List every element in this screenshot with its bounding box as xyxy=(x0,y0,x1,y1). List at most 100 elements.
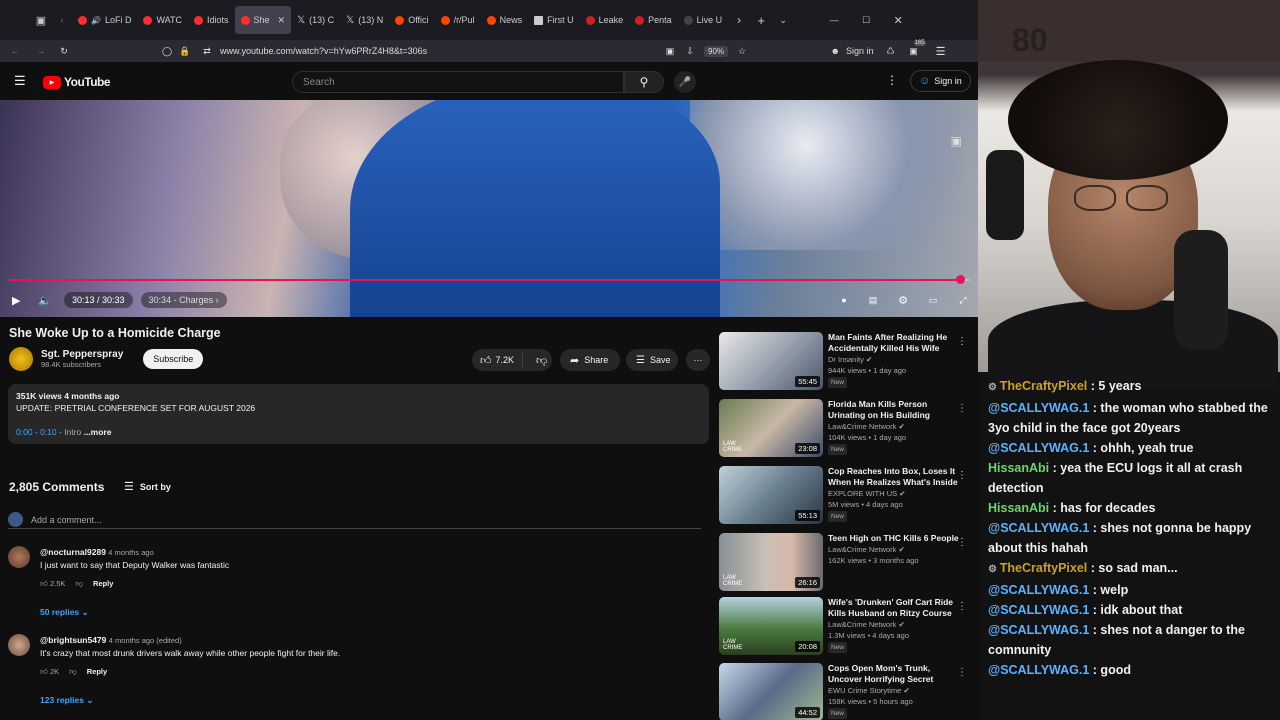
new-tab-icon[interactable]: + xyxy=(750,13,772,28)
chat-username[interactable]: @SCALLYWAG.1 xyxy=(988,401,1089,415)
back-icon[interactable]: ← xyxy=(0,46,30,56)
account-icon[interactable]: ☻ xyxy=(818,46,840,56)
comment-dislike-icon[interactable]: 👎︎ xyxy=(69,665,77,678)
chapter-button[interactable]: 30:34 - Charges › xyxy=(140,292,227,308)
chat-username[interactable]: @SCALLYWAG.1 xyxy=(988,583,1089,597)
video-thumbnail[interactable]: LAW CRIME 20:08 xyxy=(719,597,823,655)
youtube-logo[interactable]: ▶ YouTube xyxy=(43,75,111,89)
tracking-shield-icon[interactable]: ◯ xyxy=(158,46,176,57)
video-thumbnail[interactable]: 55:45 xyxy=(719,332,823,390)
recommendation-menu-icon[interactable]: ⋮ xyxy=(957,537,967,548)
tab-lofi[interactable]: 🔊 LoFi D xyxy=(72,0,137,40)
show-more-link[interactable]: ...more xyxy=(84,427,112,437)
chat-username[interactable]: @SCALLYWAG.1 xyxy=(988,623,1089,637)
hamburger-menu-icon[interactable]: ☰ xyxy=(14,73,26,89)
recommendation-channel[interactable]: Law&Crime Network ✔ xyxy=(828,544,960,555)
more-actions-button[interactable]: ⋯ xyxy=(686,349,710,371)
tab-news[interactable]: News xyxy=(481,0,529,40)
comment-author[interactable]: @brightsun5479 xyxy=(40,635,106,645)
minimize-icon[interactable]: — xyxy=(818,15,850,25)
settings-kebab-icon[interactable]: ⋮ xyxy=(886,73,898,87)
chat-username[interactable]: @SCALLYWAG.1 xyxy=(988,603,1089,617)
view-replies-button[interactable]: 123 replies ⌄ xyxy=(40,694,340,707)
forward-icon[interactable]: → xyxy=(30,46,52,56)
recommendation-menu-icon[interactable]: ⋮ xyxy=(957,667,967,678)
recommendation-channel[interactable]: Dr Insanity ✔ xyxy=(828,354,960,365)
comment-dislike-icon[interactable]: 👎︎ xyxy=(75,577,83,590)
tab-scroll-right-icon[interactable]: › xyxy=(728,13,750,27)
tab-first[interactable]: First U xyxy=(528,0,580,40)
tab-idiots[interactable]: Idiots xyxy=(188,0,235,40)
fullscreen-icon[interactable]: ⤢ xyxy=(948,295,978,306)
recommendation-title[interactable]: Cop Reaches Into Box, Loses It When He R… xyxy=(828,466,960,488)
recommendation-menu-icon[interactable]: ⋮ xyxy=(957,470,967,481)
tab-x-2[interactable]: 𝕏 (13) N xyxy=(340,0,389,40)
video-thumbnail[interactable]: 44:52 xyxy=(719,663,823,720)
recommendation-item[interactable]: LAW CRIME 23:08 Florida Man Kills Person U… xyxy=(719,399,977,459)
bookmark-star-icon[interactable]: ☆ xyxy=(732,46,752,57)
description-box[interactable]: 351K views 4 months ago UPDATE: PRETRIAL… xyxy=(8,384,709,444)
channel-name[interactable]: Sgt. Pepperspray xyxy=(41,349,123,360)
recommendation-channel[interactable]: Law&Crime Network ✔ xyxy=(828,421,960,432)
progress-bar[interactable] xyxy=(8,279,960,281)
voice-search-button[interactable]: 🎤 xyxy=(674,71,696,93)
reply-button[interactable]: Reply xyxy=(87,665,107,678)
autoplay-toggle-icon[interactable]: ● xyxy=(830,295,858,305)
recommendation-title[interactable]: Cops Open Mom's Trunk, Uncover Horrifyin… xyxy=(828,663,960,685)
theater-mode-icon[interactable]: ▭ xyxy=(918,295,948,306)
recommendation-title[interactable]: Florida Man Kills Person Urinating on Hi… xyxy=(828,399,960,421)
recommendation-item[interactable]: 44:52 Cops Open Mom's Trunk, Uncover Hor… xyxy=(719,663,977,720)
play-icon[interactable]: ▶ xyxy=(12,294,30,307)
picture-in-picture-icon[interactable]: ▣ xyxy=(660,46,680,57)
channel-avatar[interactable] xyxy=(9,347,33,371)
url-field[interactable]: www.youtube.com/watch?v=hYw6PRrZ4H8&t=30… xyxy=(220,46,660,56)
app-menu-icon[interactable]: ☰ xyxy=(926,45,956,58)
maximize-icon[interactable]: ☐ xyxy=(850,15,882,26)
video-thumbnail[interactable]: LAW CRIME 26:16 xyxy=(719,533,823,591)
chat-username[interactable]: TheCraftyPixel xyxy=(1000,379,1088,393)
reply-button[interactable]: Reply xyxy=(93,577,113,590)
extensions-icon[interactable]: ♺ xyxy=(880,46,902,57)
recommendation-menu-icon[interactable]: ⋮ xyxy=(957,336,967,347)
search-input[interactable]: Search xyxy=(292,71,624,93)
tab-watc[interactable]: WATC xyxy=(137,0,188,40)
tab-leake[interactable]: Leake xyxy=(580,0,630,40)
recommendation-title[interactable]: Man Faints After Realizing He Accidental… xyxy=(828,332,960,354)
list-all-tabs-icon[interactable]: ⌄ xyxy=(772,15,794,26)
recommendation-item[interactable]: 55:45 Man Faints After Realizing He Acci… xyxy=(719,332,977,392)
comment-like-button[interactable]: 👍︎ 2K xyxy=(40,665,59,678)
miniplayer-icon[interactable]: ▣ xyxy=(951,134,962,148)
chat-username[interactable]: TheCraftyPixel xyxy=(1000,561,1088,575)
recommendation-item[interactable]: LAW CRIME 26:16 Teen High on THC Kills 6 P… xyxy=(719,533,977,593)
sort-by-button[interactable]: ☰ Sort by xyxy=(124,480,171,493)
recommendation-menu-icon[interactable]: ⋮ xyxy=(957,601,967,612)
tab-rpul[interactable]: /r/Pul xyxy=(435,0,481,40)
commenter-avatar[interactable] xyxy=(8,634,30,656)
close-tab-icon[interactable]: ✕ xyxy=(278,15,286,26)
view-replies-button[interactable]: 50 replies ⌄ xyxy=(40,606,229,619)
reload-icon[interactable]: ↻ xyxy=(52,46,76,57)
browser-sign-in[interactable]: Sign in xyxy=(840,46,880,56)
recommendation-channel[interactable]: EWU Crime Storytime ✔ xyxy=(828,685,960,696)
tab-scroll-left-icon[interactable]: ‹ xyxy=(52,15,72,25)
recommendation-channel[interactable]: EXPLORE WITH US ✔ xyxy=(828,488,960,499)
recommendation-title[interactable]: Wife's 'Drunken' Golf Cart Ride Kills Hu… xyxy=(828,597,960,619)
video-thumbnail[interactable]: LAW CRIME 23:08 xyxy=(719,399,823,457)
settings-gear-icon[interactable]: ⚙ xyxy=(888,294,918,307)
recommendation-menu-icon[interactable]: ⋮ xyxy=(957,403,967,414)
comment-like-button[interactable]: 👍︎ 2.5K xyxy=(40,577,65,590)
chat-username[interactable]: @SCALLYWAG.1 xyxy=(988,441,1089,455)
tab-live[interactable]: Live U xyxy=(678,0,729,40)
save-page-icon[interactable]: ⇩ xyxy=(680,46,700,57)
chat-username[interactable]: HissanAbi xyxy=(988,501,1049,515)
tab-she-active[interactable]: She ✕ xyxy=(234,6,292,34)
tab-overview-icon[interactable]: ▣ xyxy=(30,14,52,27)
youtube-sign-in-button[interactable]: ☺ Sign in xyxy=(910,70,971,92)
volume-icon[interactable]: 🔈 xyxy=(38,294,60,307)
share-button[interactable]: ➦ Share xyxy=(560,349,620,371)
extension-badge-icon[interactable]: ▣ 165 xyxy=(902,39,926,57)
save-button[interactable]: ☰ Save xyxy=(626,349,678,371)
tab-penta[interactable]: Penta xyxy=(629,0,678,40)
close-window-icon[interactable]: ✕ xyxy=(882,14,914,27)
tab-official[interactable]: Offici xyxy=(389,0,434,40)
